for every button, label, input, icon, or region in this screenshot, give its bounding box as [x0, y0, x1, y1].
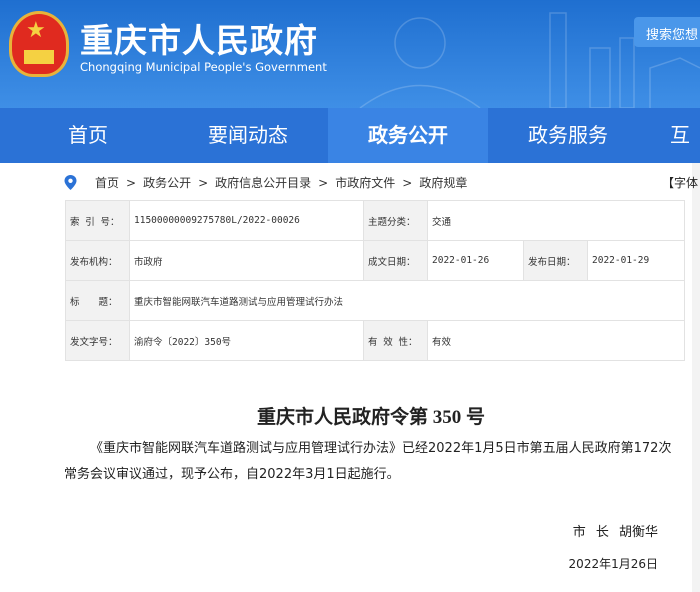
breadcrumb: 首页 > 政务公开 > 政府信息公开目录 > 市政府文件 > 政府规章: [64, 174, 467, 191]
table-row: 标 题： 重庆市智能网联汽车道路测试与应用管理试行办法: [65, 280, 685, 321]
title-label: 标 题：: [65, 280, 130, 321]
breadcrumb-separator: >: [318, 175, 329, 190]
validity-value: 有效: [427, 320, 685, 361]
nav-news[interactable]: 要闻动态: [168, 108, 328, 163]
breadcrumb-separator: >: [402, 175, 413, 190]
breadcrumb-separator: >: [126, 175, 137, 190]
document-date: 2022年1月26日: [568, 557, 658, 571]
doc-number-value: 渝府令〔2022〕350号: [129, 320, 364, 361]
validity-label: 有 效 性：: [363, 320, 428, 361]
breadcrumb-catalog[interactable]: 政府信息公开目录: [215, 174, 311, 191]
doc-number-label: 发文字号：: [65, 320, 130, 361]
issuer-label: 发布机构：: [65, 240, 130, 281]
nav-interaction[interactable]: 互: [648, 108, 700, 163]
scrollbar-track[interactable]: [692, 163, 700, 592]
written-date-value: 2022-01-26: [427, 240, 524, 281]
table-row: 索 引 号： 11500000009275780L/2022-00026 主题分…: [65, 200, 685, 241]
table-row: 发布机构： 市政府 成文日期： 2022-01-26 发布日期： 2022-01…: [65, 240, 685, 281]
document-metadata-table: 索 引 号： 11500000009275780L/2022-00026 主题分…: [65, 200, 685, 361]
published-date-value: 2022-01-29: [587, 240, 685, 281]
search-button[interactable]: 搜索您想: [634, 17, 700, 47]
index-label: 索 引 号：: [65, 200, 130, 241]
breadcrumb-gov-open[interactable]: 政务公开: [143, 174, 191, 191]
location-pin-icon: [64, 174, 77, 190]
site-subtitle: Chongqing Municipal People's Government: [80, 60, 327, 74]
nav-gov-services[interactable]: 政务服务: [488, 108, 648, 163]
signature: 市 长 胡衡华: [572, 525, 658, 540]
title-value: 重庆市智能网联汽车道路测试与应用管理试行办法: [129, 280, 685, 321]
nav-gov-affairs-open[interactable]: 政务公开: [328, 108, 488, 163]
breadcrumb-regulations[interactable]: 政府规章: [419, 174, 467, 191]
table-row: 发文字号： 渝府令〔2022〕350号 有 效 性： 有效: [65, 320, 685, 361]
breadcrumb-separator: >: [198, 175, 209, 190]
breadcrumb-city-docs[interactable]: 市政府文件: [335, 174, 395, 191]
written-date-label: 成文日期：: [363, 240, 428, 281]
topic-value: 交通: [427, 200, 685, 241]
index-value: 11500000009275780L/2022-00026: [129, 200, 364, 241]
site-header: ★ 重庆市人民政府 Chongqing Municipal People's G…: [0, 0, 700, 108]
breadcrumb-home[interactable]: 首页: [95, 174, 119, 191]
topic-label: 主题分类：: [363, 200, 428, 241]
issuer-value: 市政府: [129, 240, 364, 281]
national-emblem-logo: ★: [9, 11, 69, 77]
published-date-label: 发布日期：: [523, 240, 588, 281]
nav-home[interactable]: 首页: [0, 108, 168, 163]
font-size-control[interactable]: 【字体: [662, 174, 698, 191]
document-body: 《重庆市智能网联汽车道路测试与应用管理试行办法》已经2022年1月5日市第五届人…: [64, 441, 672, 482]
site-title[interactable]: 重庆市人民政府: [80, 14, 318, 62]
main-nav: 首页 要闻动态 政务公开 政务服务 互: [0, 108, 700, 163]
document-heading: 重庆市人民政府令第 350 号: [256, 407, 485, 428]
